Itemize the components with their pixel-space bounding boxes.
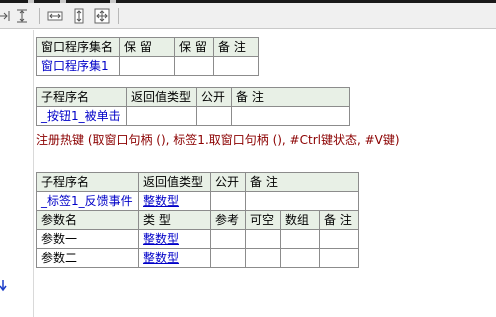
table-cell[interactable] xyxy=(244,191,360,211)
table-row: _标签1_反馈事件 整数型 xyxy=(36,191,360,211)
table-header-cell: 参考 xyxy=(210,210,246,230)
param-row: 参数二 整数型 xyxy=(36,248,360,268)
table-cell[interactable] xyxy=(126,106,197,126)
param-row: 参数一 整数型 xyxy=(36,229,360,249)
table-cell[interactable] xyxy=(318,229,360,249)
table-header-cell: 备 注 xyxy=(318,210,360,230)
table-cell[interactable] xyxy=(231,106,350,126)
table-cell[interactable] xyxy=(196,106,232,126)
table-cell[interactable] xyxy=(280,229,320,249)
code-line-register-hotkey[interactable]: 注册热键 (取窗口句柄 (), 标签1.取窗口句柄 (), #Ctrl键状态, … xyxy=(36,131,400,148)
table-cell[interactable] xyxy=(174,56,214,76)
table-header-row: 窗口程序集名 保 留 保 留 备 注 xyxy=(36,37,259,57)
table-header-cell: 保 留 xyxy=(119,37,175,57)
subprogram-name-cell[interactable]: _按钮1_被单击 xyxy=(36,106,127,126)
table-row: _按钮1_被单击 xyxy=(36,106,350,126)
table-cell[interactable] xyxy=(318,248,360,268)
expand-vertical-icon[interactable] xyxy=(71,8,87,24)
table-row: 窗口程序集1 xyxy=(36,56,259,76)
param-header-row: 参数名 类 型 参考 可空 数组 备 注 xyxy=(36,210,360,230)
table-header-cell: 类 型 xyxy=(138,210,211,230)
table-cell[interactable] xyxy=(210,248,246,268)
param-type-link[interactable]: 整数型 xyxy=(138,248,211,268)
table-header-row: 子程序名 返回值类型 公开 备 注 xyxy=(36,87,350,107)
table-header-cell: 保 留 xyxy=(174,37,214,57)
subprogram-label-feedback-table: 子程序名 返回值类型 公开 备 注 _标签1_反馈事件 整数型 参数名 类 型 … xyxy=(36,172,360,268)
vertical-fit-icon[interactable] xyxy=(14,8,30,24)
table-header-cell: 子程序名 xyxy=(36,87,127,107)
param-name-cell[interactable]: 参数二 xyxy=(36,248,139,268)
table-header-cell: 返回值类型 xyxy=(126,87,197,107)
table-header-cell: 参数名 xyxy=(36,210,139,230)
subprogram-button-click-table: 子程序名 返回值类型 公开 备 注 _按钮1_被单击 xyxy=(36,87,350,126)
toolbar-separator xyxy=(118,8,119,24)
code-gutter-line xyxy=(33,30,34,317)
table-header-cell: 公开 xyxy=(196,87,232,107)
table-cell[interactable] xyxy=(245,248,281,268)
table-header-cell: 备 注 xyxy=(244,172,360,192)
table-cell[interactable] xyxy=(119,56,175,76)
expand-horizontal-icon[interactable] xyxy=(47,8,63,24)
param-name-cell[interactable]: 参数一 xyxy=(36,229,139,249)
table-header-cell: 备 注 xyxy=(231,87,350,107)
table-header-cell: 数组 xyxy=(280,210,320,230)
table-cell[interactable] xyxy=(213,56,259,76)
current-line-arrow-icon xyxy=(0,280,7,292)
program-set-table: 窗口程序集名 保 留 保 留 备 注 窗口程序集1 xyxy=(36,37,259,76)
toolbar-separator xyxy=(39,8,40,24)
program-set-name-cell[interactable]: 窗口程序集1 xyxy=(36,56,120,76)
param-type-link[interactable]: 整数型 xyxy=(138,229,211,249)
table-cell[interactable] xyxy=(245,229,281,249)
table-header-cell: 子程序名 xyxy=(36,172,139,192)
expand-all-icon[interactable] xyxy=(94,8,110,24)
toolbar xyxy=(0,3,496,29)
table-cell[interactable] xyxy=(210,229,246,249)
table-header-cell: 备 注 xyxy=(213,37,259,57)
return-type-link[interactable]: 整数型 xyxy=(138,191,211,211)
table-cell[interactable] xyxy=(210,191,246,211)
table-cell[interactable] xyxy=(280,248,320,268)
table-header-row: 子程序名 返回值类型 公开 备 注 xyxy=(36,172,360,192)
table-header-cell: 窗口程序集名 xyxy=(36,37,120,57)
table-header-cell: 公开 xyxy=(210,172,246,192)
subprogram-name-cell[interactable]: _标签1_反馈事件 xyxy=(36,191,139,211)
table-header-cell: 可空 xyxy=(245,210,281,230)
table-header-cell: 返回值类型 xyxy=(138,172,211,192)
